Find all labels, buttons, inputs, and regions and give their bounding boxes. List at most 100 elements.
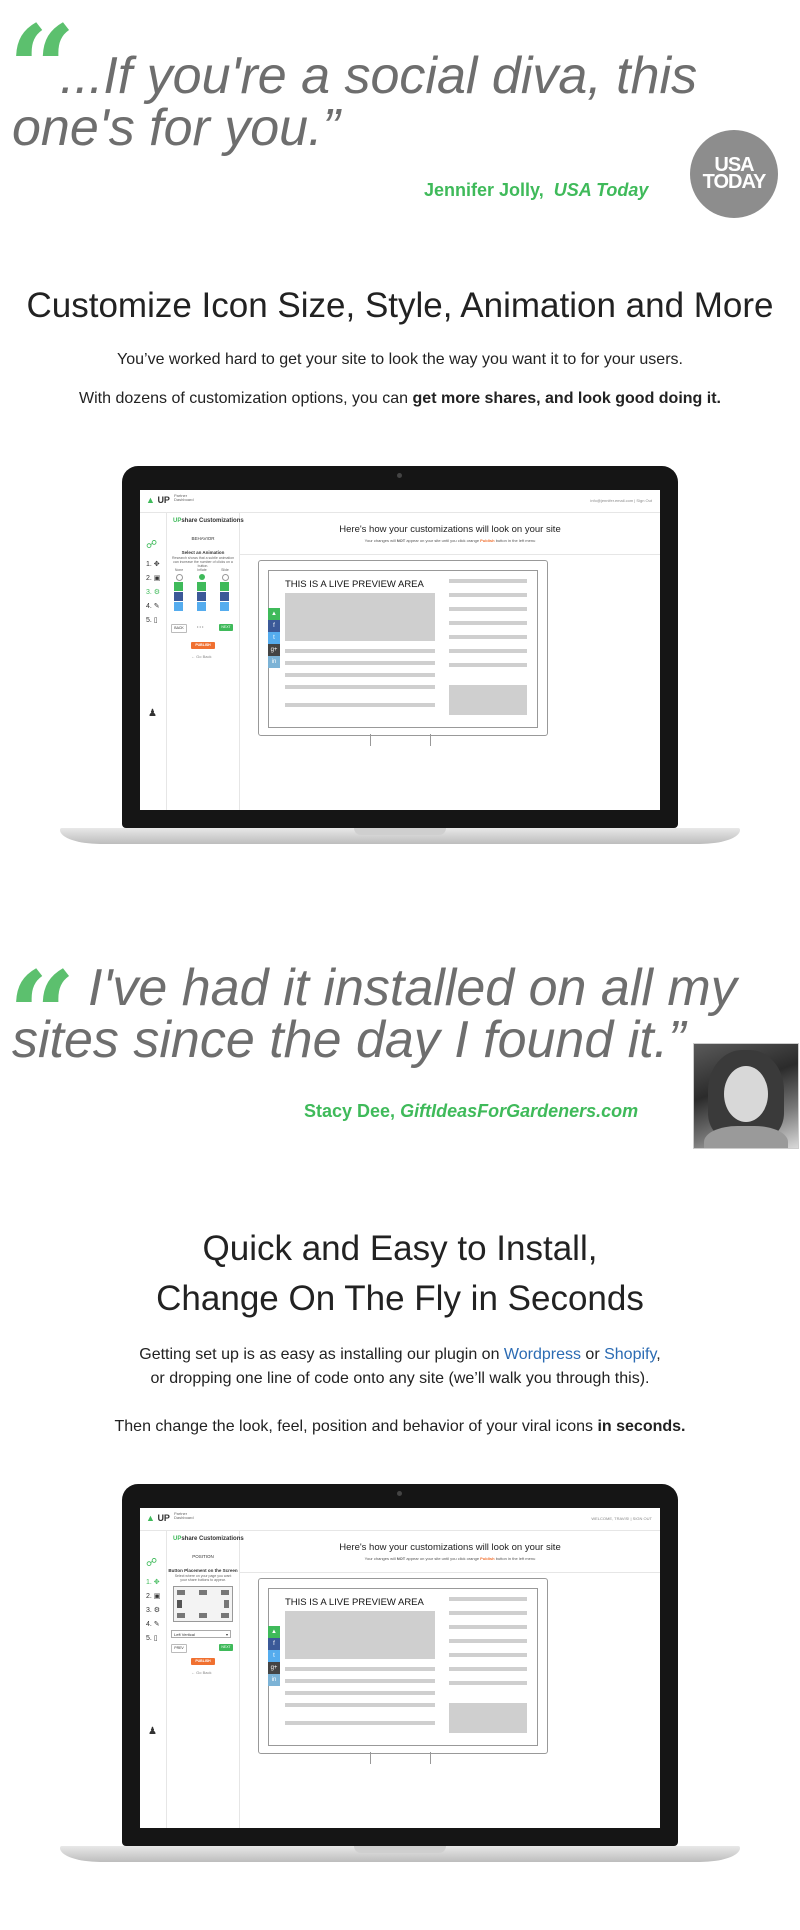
preview-image-placeholder — [285, 1611, 435, 1659]
monitor-stand — [430, 734, 431, 746]
prev-button[interactable]: PREV — [171, 1644, 187, 1653]
next-button[interactable]: NEXT — [219, 624, 233, 631]
panel-title: UPshare Customizations — [173, 1536, 244, 1542]
text-line — [285, 1691, 435, 1695]
placement-cell[interactable] — [221, 1613, 229, 1618]
facebook-icon[interactable]: f — [268, 1638, 280, 1650]
radio-none[interactable] — [176, 574, 183, 581]
twitter-icon[interactable]: t — [268, 632, 280, 644]
step-4-pencil-icon[interactable]: 4. ✎ — [146, 602, 160, 610]
back-button[interactable]: BACK — [171, 624, 187, 633]
placement-cell[interactable] — [221, 1590, 229, 1595]
live-preview-area: THIS IS A LIVE PREVIEW AREA — [268, 1588, 538, 1746]
google-plus-icon[interactable]: g+ — [268, 644, 280, 656]
placement-select[interactable]: Left Vertical ▾ — [171, 1630, 231, 1638]
radio-slide[interactable] — [222, 574, 229, 581]
facebook-icon[interactable]: f — [268, 620, 280, 632]
quote2-source: GiftIdeasForGardeners.com — [400, 1101, 639, 1121]
text-line — [449, 621, 527, 625]
logo-subtitle: Partner Dashboard — [174, 493, 194, 502]
monitor-stand — [370, 734, 371, 746]
preview-twitter-icon — [197, 602, 206, 611]
text-line — [449, 1653, 527, 1657]
customization-panel: UPshare Customizations POSITION Button P… — [167, 1530, 244, 1828]
text-line — [449, 663, 527, 667]
step-5-device-icon[interactable]: 5. ▯ — [146, 616, 158, 624]
option-slide-label: Slide — [221, 568, 229, 572]
publish-button[interactable]: PUBLISH — [191, 1658, 215, 1665]
customization-panel: UPshare Customizations BEHAVIOR Select a… — [167, 512, 244, 810]
text-line — [285, 649, 435, 653]
go-back-link[interactable]: ← Go Back — [191, 654, 211, 659]
laptop-notch — [354, 1846, 446, 1853]
next-button[interactable]: NEXT — [219, 1644, 233, 1651]
linkedin-icon[interactable]: in — [268, 656, 280, 668]
step-3-settings-icon[interactable]: 3. ⚙ — [146, 588, 160, 596]
placement-cell[interactable] — [177, 1590, 185, 1595]
panel-title: UPshare Customizations — [173, 518, 244, 524]
account-links[interactable]: info@jennifer.email.com | Sign Out — [590, 498, 652, 503]
quote2-line1: I've had it installed on all my — [88, 959, 737, 1017]
user-icon[interactable]: ♟ — [148, 1726, 157, 1737]
placement-cell[interactable] — [199, 1613, 207, 1618]
share-icon[interactable]: ☍ — [146, 538, 157, 551]
linkedin-icon[interactable]: in — [268, 1674, 280, 1686]
quote1-line1: ...If you're a social diva, this — [60, 47, 698, 105]
google-plus-icon[interactable]: g+ — [268, 1662, 280, 1674]
shopify-link[interactable]: Shopify — [604, 1346, 656, 1363]
step-5-device-icon[interactable]: 5. ▯ — [146, 1634, 158, 1642]
step-3-settings-icon[interactable]: 3. ⚙ — [146, 1606, 160, 1614]
app-header: ▲ UP Partner Dashboard info@jennifer.emai… — [140, 490, 660, 513]
placement-cell[interactable] — [224, 1600, 229, 1608]
wordpress-link[interactable]: Wordpress — [504, 1346, 581, 1363]
laptop-mockup-1: ▲ UP Partner Dashboard info@jennifer.emai… — [60, 466, 740, 866]
upshare-icon[interactable]: ▲ — [268, 1626, 280, 1638]
panel-label: Select an Animation — [181, 550, 225, 555]
placement-cell[interactable] — [199, 1590, 207, 1595]
text-line — [285, 1703, 435, 1707]
text-line — [449, 1625, 527, 1629]
step-rail: ☍ 1. ✥ 2. ▣ 3. ⚙ 4. ✎ 5. ▯ ♟ — [140, 512, 167, 810]
chevron-down-icon: ▾ — [225, 1632, 228, 1637]
step-2-layers-icon[interactable]: 2. ▣ — [146, 1592, 160, 1600]
user-icon[interactable]: ♟ — [148, 708, 157, 719]
section1-para1: You’ve worked hard to get your site to l… — [117, 351, 683, 368]
placement-grid[interactable] — [173, 1586, 233, 1622]
placement-cell-selected[interactable] — [177, 1600, 182, 1608]
account-links[interactable]: WELCOME, TRAVIS! | SIGN OUT — [591, 1516, 652, 1521]
text-line — [285, 1721, 435, 1725]
main-heading: Here's how your customizations will look… — [339, 524, 561, 535]
radio-inflate[interactable] — [199, 574, 205, 580]
camera-icon — [397, 473, 402, 478]
preview-ad-placeholder — [449, 1703, 527, 1733]
publish-button[interactable]: PUBLISH — [191, 642, 215, 649]
go-back-link[interactable]: ← Go Back — [191, 1670, 211, 1675]
text-line — [449, 1639, 527, 1643]
panel-hint: Research shows that a subtle animation c… — [171, 556, 235, 568]
twitter-icon[interactable]: t — [268, 1650, 280, 1662]
step-2-layers-icon[interactable]: 2. ▣ — [146, 574, 160, 582]
step-dots: • • • — [197, 624, 204, 629]
live-preview-area: THIS IS A LIVE PREVIEW AREA — [268, 570, 538, 728]
text-line — [449, 1667, 527, 1671]
monitor-stand — [370, 1752, 371, 1764]
text-line — [285, 1679, 435, 1683]
divider — [240, 1572, 660, 1573]
stacy-dee-avatar — [693, 1043, 799, 1149]
preview-ad-placeholder — [449, 685, 527, 715]
up-logo: ▲ UP — [146, 1513, 170, 1523]
placement-cell[interactable] — [177, 1613, 185, 1618]
step-1-move-icon[interactable]: 1. ✥ — [146, 1578, 160, 1586]
text-line — [449, 1597, 527, 1601]
upshare-icon[interactable]: ▲ — [268, 608, 280, 620]
share-icon[interactable]: ☍ — [146, 1556, 157, 1569]
step-1-move-icon[interactable]: 1. ✥ — [146, 560, 160, 568]
step-4-pencil-icon[interactable]: 4. ✎ — [146, 1620, 160, 1628]
text-line — [285, 703, 435, 707]
preview-twitter-icon — [220, 602, 229, 611]
step-rail: ☍ 1. ✥ 2. ▣ 3. ⚙ 4. ✎ 5. ▯ ♟ — [140, 1530, 167, 1828]
panel-hint: Select where on your page you want your … — [174, 1574, 232, 1582]
section2-heading-line1: Quick and Easy to Install, — [202, 1229, 598, 1268]
text-line — [285, 1667, 435, 1671]
section2-para1-line2: or dropping one line of code onto any si… — [150, 1370, 650, 1387]
